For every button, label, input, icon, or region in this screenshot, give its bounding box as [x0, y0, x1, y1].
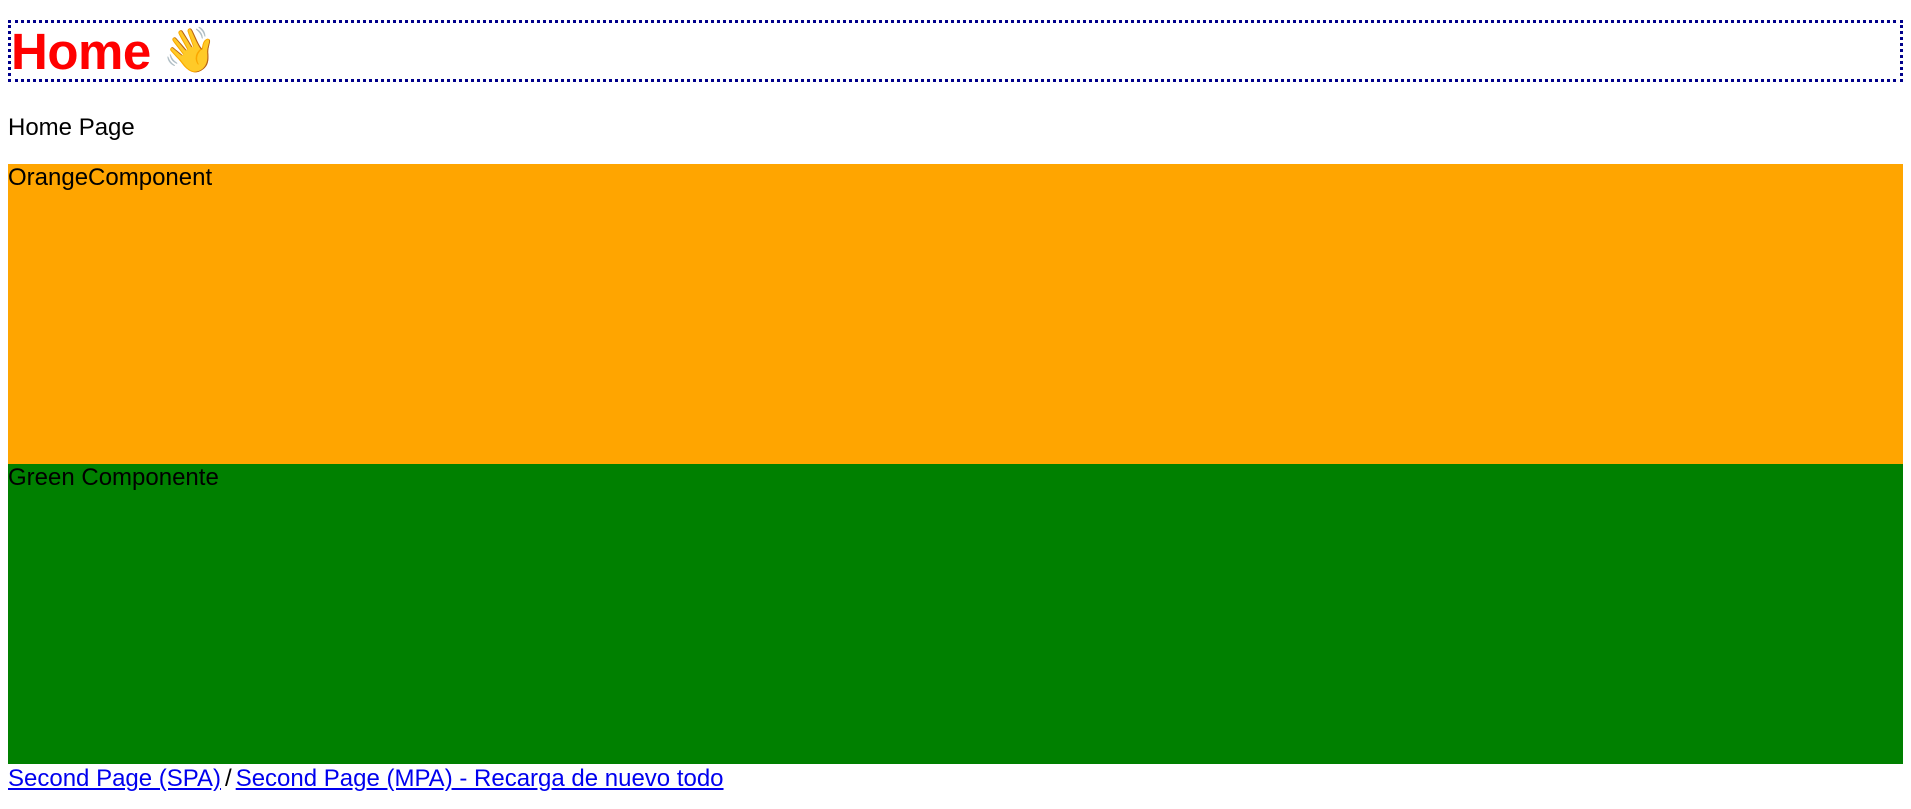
page-title: Home: [11, 22, 151, 80]
second-page-mpa-link[interactable]: Second Page (MPA) - Recarga de nuevo tod…: [236, 765, 724, 792]
waving-hand-icon: 👋: [162, 26, 218, 75]
page: Home 👋 Home Page OrangeComponent Green C…: [0, 20, 1911, 794]
second-page-spa-link[interactable]: Second Page (SPA): [8, 765, 221, 792]
orange-component: OrangeComponent: [8, 164, 1903, 464]
page-links: Second Page (SPA) / Second Page (MPA) - Re…: [8, 764, 1903, 794]
page-title-box: Home 👋: [8, 20, 1903, 82]
green-component-label: Green Componente: [8, 464, 219, 491]
page-subtitle: Home Page: [8, 114, 135, 141]
link-separator: /: [225, 765, 232, 792]
orange-component-label: OrangeComponent: [8, 164, 213, 191]
green-component: Green Componente: [8, 464, 1903, 764]
